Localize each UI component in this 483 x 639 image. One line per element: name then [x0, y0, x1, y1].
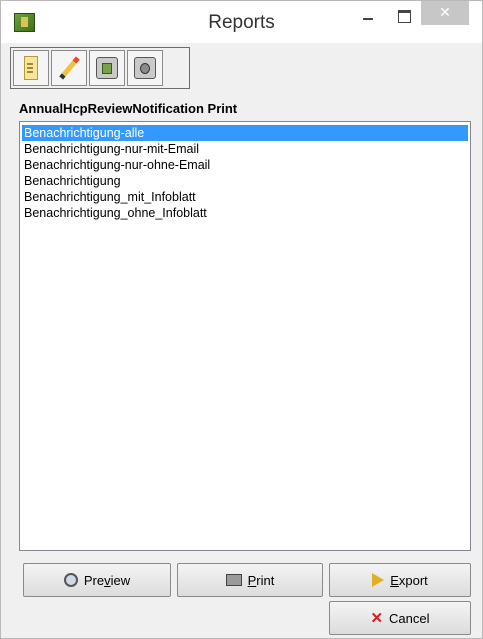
report-list[interactable]: Benachrichtigung-alle Benachrichtigung-nu…: [19, 121, 471, 551]
library-remove-icon: [134, 57, 156, 79]
library-add-button[interactable]: [89, 50, 125, 86]
reports-window: Reports ✕ AnnualHcpReviewNotification Pr…: [0, 0, 483, 639]
close-button[interactable]: ✕: [421, 1, 469, 25]
printer-icon: [225, 574, 242, 586]
list-item[interactable]: Benachrichtigung-alle: [22, 125, 468, 141]
maximize-button[interactable]: [389, 1, 419, 31]
toolbar: [10, 47, 190, 89]
list-item[interactable]: Benachrichtigung_ohne_Infoblatt: [22, 205, 468, 221]
preview-label: Preview: [83, 572, 131, 588]
preview-button[interactable]: Preview: [23, 563, 171, 597]
report-document-button[interactable]: [13, 50, 49, 86]
pencil-edit-icon: [58, 56, 80, 80]
list-item[interactable]: Benachrichtigung_mit_Infoblatt: [22, 189, 468, 205]
library-add-icon: [96, 57, 118, 79]
export-button[interactable]: Export: [329, 563, 471, 597]
export-label: Export: [390, 572, 428, 588]
minimize-icon: [363, 18, 373, 20]
close-icon: ✕: [439, 5, 451, 21]
print-button[interactable]: Print: [177, 563, 323, 597]
preview-icon: [63, 573, 78, 587]
edit-button[interactable]: [51, 50, 87, 86]
library-remove-button[interactable]: [127, 50, 163, 86]
minimize-button[interactable]: [353, 1, 383, 31]
maximize-icon: [397, 9, 411, 23]
title-bar[interactable]: Reports ✕: [1, 1, 482, 43]
cancel-button[interactable]: ✕ Cancel: [329, 601, 471, 635]
export-icon: [372, 573, 385, 587]
list-title: AnnualHcpReviewNotification Print: [19, 101, 238, 116]
list-item[interactable]: Benachrichtigung-nur-mit-Email: [22, 141, 468, 157]
list-item[interactable]: Benachrichtigung-nur-ohne-Email: [22, 157, 468, 173]
report-document-icon: [24, 56, 38, 80]
cancel-x-icon: ✕: [370, 610, 384, 627]
list-item[interactable]: Benachrichtigung: [22, 173, 468, 189]
print-label: Print: [247, 572, 275, 588]
cancel-label: Cancel: [389, 610, 430, 626]
